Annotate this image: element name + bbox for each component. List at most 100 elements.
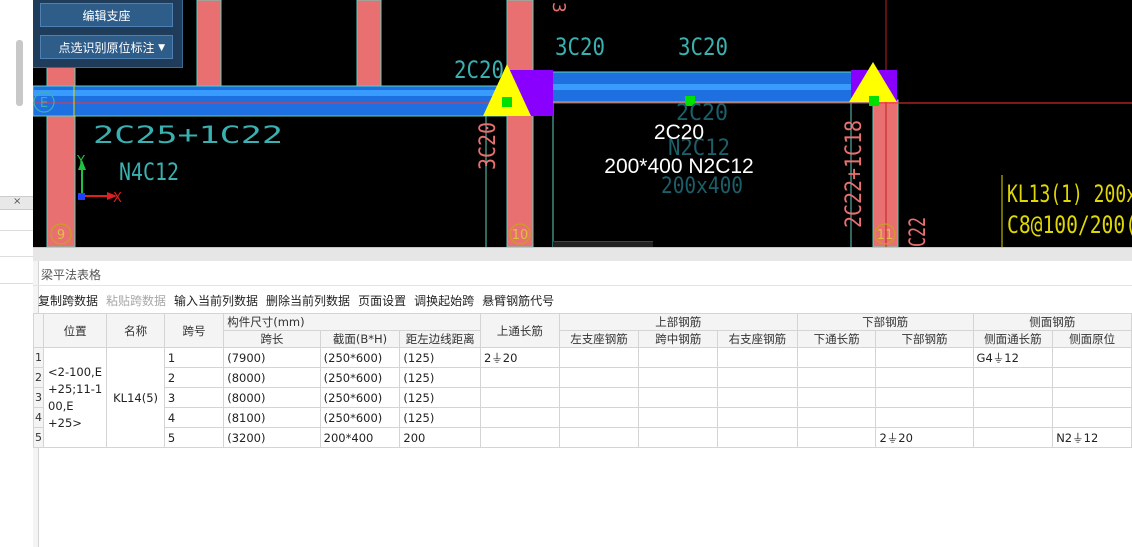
position-cell[interactable]: <2-100,E +25;11-1 00,E +25> bbox=[42, 347, 108, 448]
span-length-cell[interactable]: (8000) bbox=[223, 367, 321, 388]
mid-span-cell[interactable] bbox=[638, 367, 719, 388]
top-through-cell[interactable] bbox=[479, 427, 560, 448]
label-left-top: 2C25+1C22 bbox=[93, 121, 283, 149]
mid-span-cell[interactable] bbox=[638, 427, 719, 448]
table-row[interactable]: 5 5 (3200) 200*400 200 2⏚20 N2⏚12 bbox=[33, 427, 1132, 448]
toolbar-button-1[interactable]: 粘贴跨数据 bbox=[106, 292, 166, 310]
header-bottom-rebar: 下部钢筋 bbox=[875, 330, 974, 348]
bottom-rebar-cell[interactable] bbox=[875, 407, 974, 428]
edge-distance-cell[interactable]: (125) bbox=[399, 407, 481, 428]
left-support-cell[interactable] bbox=[558, 427, 640, 448]
left-support-cell[interactable] bbox=[558, 407, 640, 428]
edge-distance-cell[interactable]: 200 bbox=[399, 427, 481, 448]
side-in-situ-cell[interactable]: N2⏚12 bbox=[1052, 427, 1132, 448]
cad-canvas[interactable]: 9 10 11 E Y X 2C25+1C22 N4C12 2C20 3C20 … bbox=[33, 0, 1132, 247]
table-toolbar: 复制跨数据 粘贴跨数据 输入当前列数据 删除当前列数据 页面设置 调换起始跨 悬臂钢筋代号 bbox=[38, 292, 554, 310]
right-support-cell[interactable] bbox=[717, 407, 798, 428]
span-no-cell[interactable]: 3 bbox=[163, 387, 225, 408]
span-no-cell[interactable]: 5 bbox=[163, 427, 225, 448]
right-support-cell[interactable] bbox=[717, 387, 798, 408]
top-through-cell[interactable] bbox=[479, 387, 560, 408]
side-in-situ-cell[interactable] bbox=[1052, 367, 1132, 388]
side-through-cell[interactable] bbox=[972, 427, 1054, 448]
span-length-cell[interactable]: (8000) bbox=[223, 387, 321, 408]
label-kl13-line1: KL13(1) 200x bbox=[1007, 180, 1132, 208]
label-col11-bottom: C22 bbox=[906, 217, 931, 247]
grid-label-e: E bbox=[40, 96, 48, 111]
side-in-situ-cell[interactable] bbox=[1052, 407, 1132, 428]
edit-support-button[interactable]: 编辑支座 bbox=[40, 3, 173, 27]
span-no-cell[interactable]: 1 bbox=[163, 347, 225, 368]
table-row[interactable]: 1 <2-100,E +25;11-1 00,E +25> KL14(5) 1 (790… bbox=[33, 347, 1132, 448]
span-length-cell[interactable]: (3200) bbox=[223, 427, 321, 448]
bottom-rebar-cell[interactable] bbox=[875, 387, 974, 408]
bottom-through-cell[interactable] bbox=[796, 367, 877, 388]
edge-distance-cell[interactable]: (125) bbox=[399, 367, 481, 388]
mid-span-cell[interactable] bbox=[638, 387, 719, 408]
mid-span-cell[interactable] bbox=[638, 407, 719, 428]
toolbar-button-3[interactable]: 删除当前列数据 bbox=[266, 292, 350, 310]
section-cell[interactable]: (250*600) bbox=[319, 347, 401, 368]
right-support-cell[interactable] bbox=[717, 347, 798, 368]
section-cell[interactable]: (250*600) bbox=[319, 387, 401, 408]
header-name: 名称 bbox=[106, 313, 165, 348]
toolbar-button-5[interactable]: 调换起始跨 bbox=[414, 292, 474, 310]
side-through-cell[interactable]: G4⏚12 bbox=[972, 347, 1054, 368]
bottom-rebar-cell[interactable]: 2⏚20 bbox=[875, 427, 974, 448]
edge-distance-cell[interactable]: (125) bbox=[399, 387, 481, 408]
side-in-situ-cell[interactable] bbox=[1052, 347, 1132, 368]
edge-distance-cell[interactable]: (125) bbox=[399, 347, 481, 368]
span-length-cell[interactable]: (7900) bbox=[223, 347, 321, 368]
name-cell[interactable]: KL14(5) bbox=[106, 347, 165, 448]
grid-label-10: 10 bbox=[512, 228, 529, 243]
table-row[interactable]: 2 2 (8000) (250*600) (125) bbox=[33, 367, 1132, 388]
bottom-rebar-cell[interactable] bbox=[875, 367, 974, 388]
bottom-rebar-cell[interactable] bbox=[875, 347, 974, 368]
left-support-cell[interactable] bbox=[558, 387, 640, 408]
bottom-through-cell[interactable] bbox=[796, 427, 877, 448]
row-number-cell[interactable]: 5 bbox=[33, 427, 44, 448]
top-through-cell[interactable] bbox=[479, 407, 560, 428]
top-through-cell[interactable] bbox=[479, 367, 560, 388]
header-span-length: 跨长 bbox=[223, 330, 321, 348]
header-top-rebar: 上部钢筋 bbox=[558, 313, 798, 331]
section-cell[interactable]: (250*600) bbox=[319, 367, 401, 388]
table-row[interactable]: 4 4 (8100) (250*600) (125) bbox=[33, 407, 1132, 428]
close-icon[interactable]: × bbox=[13, 196, 21, 207]
pick-identify-dropdown[interactable]: 点选识别原位标注 ▼ bbox=[40, 35, 173, 59]
toolbar-button-4[interactable]: 页面设置 bbox=[358, 292, 406, 310]
mid-span-cell[interactable] bbox=[638, 347, 719, 368]
grid-label-11: 11 bbox=[877, 228, 894, 243]
toolbar-button-0[interactable]: 复制跨数据 bbox=[38, 292, 98, 310]
row-number-cell[interactable]: 3 bbox=[33, 387, 44, 408]
left-support-cell[interactable] bbox=[558, 367, 640, 388]
label-span-top-1: 3C20 bbox=[555, 33, 605, 61]
span-length-cell[interactable]: (8100) bbox=[223, 407, 321, 428]
side-in-situ-cell[interactable] bbox=[1052, 387, 1132, 408]
bottom-through-cell[interactable] bbox=[796, 387, 877, 408]
section-cell[interactable]: 200*400 bbox=[319, 427, 401, 448]
row-number-cell[interactable]: 2 bbox=[33, 367, 44, 388]
side-through-cell[interactable] bbox=[972, 367, 1054, 388]
span-no-cell[interactable]: 2 bbox=[163, 367, 225, 388]
left-scrollbar[interactable] bbox=[16, 40, 23, 106]
side-through-cell[interactable] bbox=[972, 387, 1054, 408]
header-member-size: 构件尺寸(mm) bbox=[223, 313, 481, 331]
bottom-through-cell[interactable] bbox=[796, 407, 877, 428]
left-support-cell[interactable] bbox=[558, 347, 640, 368]
header-side-in-situ: 侧面原位 bbox=[1052, 330, 1132, 348]
right-support-cell[interactable] bbox=[717, 367, 798, 388]
right-support-cell[interactable] bbox=[717, 427, 798, 448]
toolbar-button-2[interactable]: 输入当前列数据 bbox=[174, 292, 258, 310]
bottom-through-cell[interactable] bbox=[796, 347, 877, 368]
span-no-cell[interactable]: 4 bbox=[163, 407, 225, 428]
row-number-cell[interactable]: 1 bbox=[33, 347, 44, 368]
label-kl13-line2: C8@100/200( bbox=[1007, 211, 1132, 239]
row-number-cell[interactable]: 4 bbox=[33, 407, 44, 428]
table-row[interactable]: 3 3 (8000) (250*600) (125) bbox=[33, 387, 1132, 408]
toolbar-button-6[interactable]: 悬臂钢筋代号 bbox=[482, 292, 554, 310]
panel-splitter[interactable] bbox=[33, 247, 1132, 262]
side-through-cell[interactable] bbox=[972, 407, 1054, 428]
top-through-cell[interactable]: 2⏚20 bbox=[479, 347, 560, 368]
section-cell[interactable]: (250*600) bbox=[319, 407, 401, 428]
